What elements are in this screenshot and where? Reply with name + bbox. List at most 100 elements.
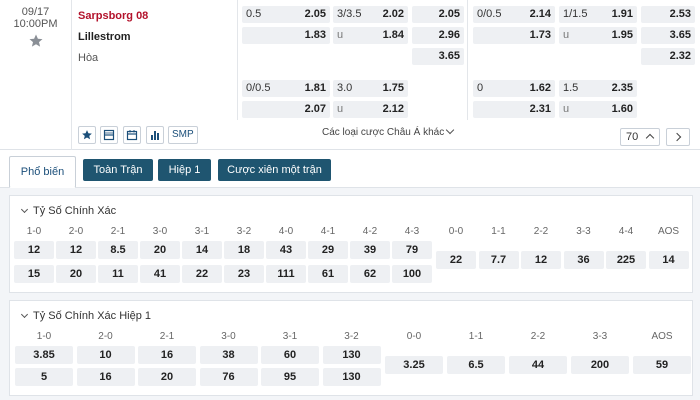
- score-odds-away[interactable]: 15: [14, 265, 54, 283]
- score-odds-home[interactable]: 130: [322, 346, 381, 364]
- tab-full-time[interactable]: Toàn Trận: [83, 159, 153, 181]
- more-bets-toggle[interactable]: Các loại cược Châu Á khác: [322, 125, 455, 138]
- odds-cell[interactable]: 0 1.62: [473, 80, 555, 97]
- odds-cell[interactable]: 1.73: [473, 27, 555, 44]
- odds-cell[interactable]: 2.53: [641, 6, 695, 23]
- bet-count-button[interactable]: 70: [620, 128, 660, 146]
- chevron-down-icon: [20, 205, 29, 214]
- score-odds-home[interactable]: 10: [76, 346, 135, 364]
- score-odds-away[interactable]: 62: [350, 265, 390, 283]
- smp-button[interactable]: SMP: [168, 126, 198, 144]
- score-odds-draw[interactable]: 59: [633, 356, 691, 374]
- score-label: 2-1: [159, 331, 175, 342]
- odds-cell[interactable]: u 2.12: [333, 101, 408, 118]
- score-odds-away[interactable]: 20: [56, 265, 96, 283]
- score-odds-home[interactable]: 3.85: [15, 346, 73, 364]
- odds-cell[interactable]: 2.32: [641, 48, 695, 65]
- score-label: 2-0: [68, 226, 84, 237]
- score-odds-away[interactable]: 95: [261, 368, 319, 386]
- odds-cell[interactable]: u 1.60: [559, 101, 637, 118]
- odds-cell[interactable]: 0/0.5 2.14: [473, 6, 555, 23]
- panel-title-text: Tỷ Số Chính Xác Hiệp 1: [33, 310, 152, 322]
- score-odds-draw[interactable]: 3.25: [385, 356, 443, 374]
- score-odds-away[interactable]: 11: [98, 265, 138, 283]
- score-odds-draw[interactable]: 7.7: [478, 251, 519, 269]
- score-label: 4-0: [278, 226, 294, 237]
- score-odds-away[interactable]: 130: [322, 368, 381, 386]
- favorite-star-icon[interactable]: [28, 33, 44, 49]
- bet-count: 70: [626, 131, 639, 143]
- odds-cell[interactable]: 2.96: [412, 27, 464, 44]
- score-odds-away[interactable]: 111: [266, 265, 306, 283]
- odds-cell[interactable]: u 1.95: [559, 27, 637, 44]
- score-odds-home[interactable]: 12: [56, 241, 96, 259]
- odds-cell[interactable]: 1.5 2.35: [559, 80, 637, 97]
- score-odds-away[interactable]: 41: [140, 265, 180, 283]
- score-odds-home[interactable]: 12: [14, 241, 54, 259]
- score-odds-home[interactable]: 79: [392, 241, 432, 259]
- score-odds-away[interactable]: 5: [15, 368, 73, 386]
- score-odds-home[interactable]: 39: [350, 241, 390, 259]
- score-odds-draw[interactable]: 22: [436, 251, 476, 269]
- score-odds-away[interactable]: 76: [199, 368, 258, 386]
- score-odds-home[interactable]: 38: [199, 346, 258, 364]
- score-label: AOS: [651, 331, 673, 342]
- score-odds-draw[interactable]: 225: [606, 251, 646, 269]
- odds-cell[interactable]: 3.65: [641, 27, 695, 44]
- score-label: 4-1: [320, 226, 336, 237]
- score-odds-away[interactable]: 16: [76, 368, 135, 386]
- odds-cell[interactable]: 3.0 1.75: [333, 80, 408, 97]
- odds-cell[interactable]: 0/0.5 1.81: [242, 80, 330, 97]
- divider: [237, 0, 238, 120]
- score-label: 0-0: [448, 226, 464, 237]
- score-odds-away[interactable]: 20: [138, 368, 196, 386]
- score-odds-home[interactable]: 18: [224, 241, 264, 259]
- score-label: 3-2: [344, 331, 359, 342]
- score-odds-home[interactable]: 43: [266, 241, 306, 259]
- score-odds-draw[interactable]: 12: [521, 251, 561, 269]
- odds-cell[interactable]: 3.65: [412, 48, 464, 65]
- odds-cell[interactable]: 0.5 2.05: [242, 6, 330, 23]
- score-odds-away[interactable]: 100: [392, 265, 432, 283]
- odds-cell[interactable]: 3/3.5 2.02: [333, 6, 408, 23]
- divider: [467, 0, 468, 120]
- match-datetime: 09/17 10:00PM: [0, 0, 72, 150]
- score-odds-home[interactable]: 16: [138, 346, 196, 364]
- odds-cell[interactable]: 2.05: [412, 6, 464, 23]
- score-label: 1-1: [468, 331, 484, 342]
- score-odds-home[interactable]: 8.5: [98, 241, 138, 259]
- field-view-button[interactable]: [100, 126, 118, 144]
- score-odds-home[interactable]: 14: [182, 241, 222, 259]
- tab-first-half[interactable]: Hiệp 1: [158, 159, 211, 181]
- away-team[interactable]: Lillestrom: [78, 26, 228, 46]
- score-odds-draw[interactable]: 200: [571, 356, 629, 374]
- score-odds-home[interactable]: 20: [140, 241, 180, 259]
- odds-cell[interactable]: 1/1.5 1.91: [559, 6, 637, 23]
- panel-title[interactable]: Tỷ Số Chính Xác: [20, 205, 116, 217]
- score-odds-away[interactable]: 61: [308, 265, 348, 283]
- score-label: 3-3: [576, 226, 591, 237]
- panel-title[interactable]: Tỷ Số Chính Xác Hiệp 1: [20, 310, 152, 322]
- correct-score-h1-panel: Tỷ Số Chính Xác Hiệp 1 1-0 3.85 5 2-0 10 16 2-…: [9, 300, 693, 396]
- odds-cell[interactable]: 2.07: [242, 101, 330, 118]
- odds-cell[interactable]: 1.83: [242, 27, 330, 44]
- tab-same-game-parlay[interactable]: Cược xiên một trận: [218, 159, 331, 181]
- stats-button[interactable]: [146, 126, 164, 144]
- favorite-button[interactable]: [78, 126, 96, 144]
- odds-cell[interactable]: 2.31: [473, 101, 555, 118]
- tab-popular[interactable]: Phổ biến: [9, 156, 76, 188]
- odds-cell[interactable]: u 1.84: [333, 27, 408, 44]
- chevron-right-icon: [672, 132, 682, 142]
- score-odds-draw[interactable]: 6.5: [447, 356, 505, 374]
- next-button[interactable]: [666, 128, 690, 146]
- score-odds-draw[interactable]: 36: [563, 251, 604, 269]
- score-label: 2-1: [110, 226, 126, 237]
- score-odds-home[interactable]: 60: [261, 346, 319, 364]
- home-team[interactable]: Sarpsborg 08: [78, 6, 228, 26]
- score-odds-home[interactable]: 29: [308, 241, 348, 259]
- score-odds-away[interactable]: 23: [224, 265, 264, 283]
- score-odds-away[interactable]: 22: [182, 265, 222, 283]
- score-odds-draw[interactable]: 44: [509, 356, 567, 374]
- score-odds-draw[interactable]: 14: [648, 251, 689, 269]
- calendar-button[interactable]: [123, 126, 141, 144]
